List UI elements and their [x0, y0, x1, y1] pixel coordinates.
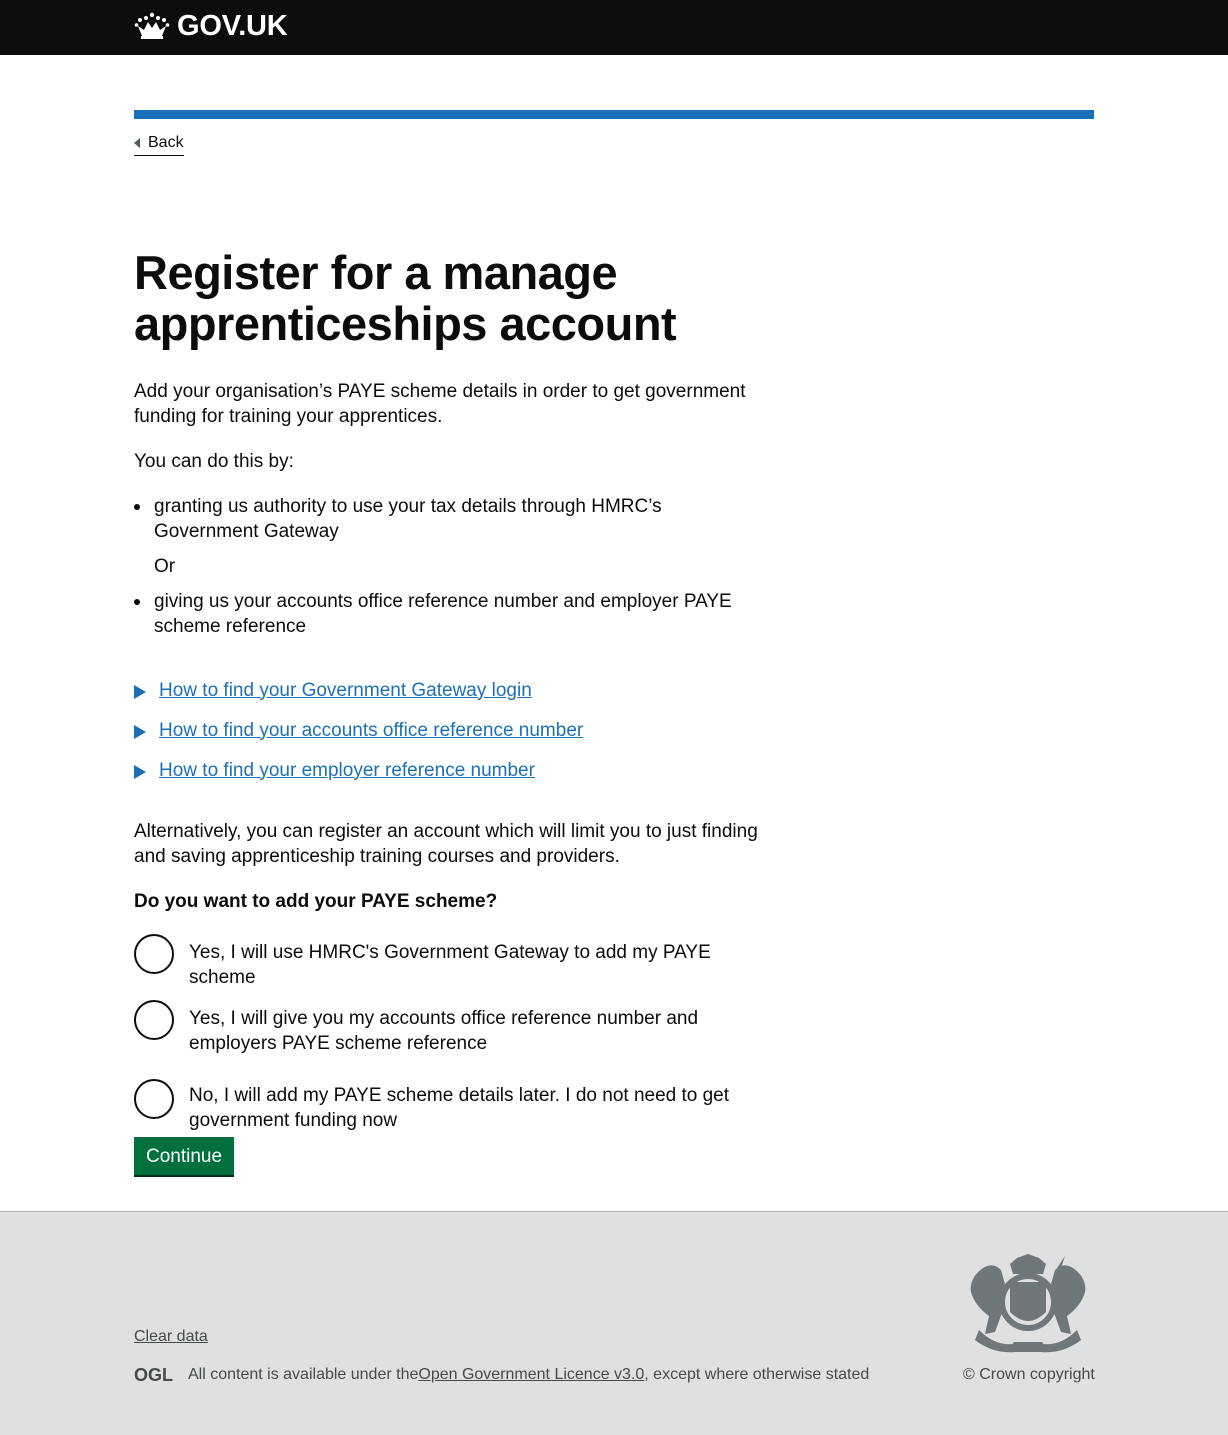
main-content: Back Register for a manage apprenticeshi… [0, 55, 1228, 1212]
royal-coat-of-arms-icon[interactable] [965, 1254, 1091, 1356]
radio-button[interactable] [134, 934, 174, 974]
list-item-text: giving us your accounts office reference… [154, 591, 732, 637]
radio-label[interactable]: No, I will add my PAYE scheme details la… [189, 1079, 764, 1133]
radio-option-reference[interactable]: Yes, I will give you my accounts office … [134, 1000, 764, 1056]
govuk-footer: Clear data OGL All content is available … [0, 1211, 1228, 1435]
page-title: Register for a manage apprenticeships ac… [134, 246, 677, 350]
licence-statement: OGL All content is available under the O… [134, 1362, 869, 1387]
details-accounts-office-ref[interactable]: How to find your accounts office referen… [134, 710, 764, 750]
continue-button[interactable]: Continue [134, 1137, 235, 1175]
back-link[interactable]: Back [134, 133, 184, 156]
paye-question-legend: Do you want to add your PAYE scheme? [134, 891, 498, 912]
or-text: Or [154, 556, 176, 577]
help-details: How to find your Government Gateway logi… [134, 670, 764, 790]
radio-label[interactable]: Yes, I will use HMRC's Government Gatewa… [189, 934, 764, 990]
content-column: Add your organisation’s PAYE scheme deta… [134, 379, 764, 1133]
govuk-logo-link[interactable]: GOV.UK [134, 9, 288, 43]
can-do-by-text: You can do this by: [134, 451, 294, 472]
intro-text: Add your organisation’s PAYE scheme deta… [134, 381, 746, 427]
bullet-icon [134, 504, 140, 510]
details-summary-link[interactable]: How to find your employer reference numb… [159, 758, 535, 783]
radio-option-later[interactable]: No, I will add my PAYE scheme details la… [134, 1079, 764, 1133]
back-arrow-icon [134, 138, 140, 148]
govuk-logo-text: GOV.UK [177, 10, 288, 42]
list-item-text: granting us authority to use your tax de… [154, 496, 662, 542]
bullet-icon [134, 599, 140, 605]
radio-option-gateway[interactable]: Yes, I will use HMRC's Government Gatewa… [134, 934, 764, 990]
triangle-right-icon [134, 764, 146, 779]
triangle-right-icon [134, 684, 146, 699]
back-link-label: Back [148, 134, 184, 151]
radio-label[interactable]: Yes, I will give you my accounts office … [189, 1000, 764, 1056]
list-item: granting us authority to use your tax de… [134, 494, 764, 544]
clear-data-link[interactable]: Clear data [134, 1324, 208, 1349]
govuk-header: GOV.UK [0, 0, 1228, 55]
header-blue-bar [134, 110, 1094, 119]
ogl-logo-text: OGL [134, 1366, 173, 1383]
crown-icon [134, 12, 170, 39]
triangle-right-icon [134, 724, 146, 739]
details-gateway-login[interactable]: How to find your Government Gateway logi… [134, 670, 764, 710]
ogl-logo-icon: OGL [134, 1366, 173, 1383]
licence-link[interactable]: Open Government Licence v3.0 [418, 1362, 644, 1387]
licence-suffix: , except where otherwise stated [644, 1366, 870, 1383]
radio-button[interactable] [134, 1000, 174, 1040]
details-employer-ref[interactable]: How to find your employer reference numb… [134, 750, 764, 790]
licence-prefix: All content is available under the [188, 1366, 419, 1383]
details-summary-link[interactable]: How to find your accounts office referen… [159, 718, 583, 743]
alternative-text: Alternatively, you can register an accou… [134, 821, 758, 867]
list-item: giving us your accounts office reference… [134, 589, 764, 639]
crown-copyright-link[interactable]: © Crown copyright [963, 1362, 1095, 1387]
details-summary-link[interactable]: How to find your Government Gateway logi… [159, 678, 532, 703]
radio-button[interactable] [134, 1079, 174, 1119]
options-list: granting us authority to use your tax de… [134, 494, 764, 639]
